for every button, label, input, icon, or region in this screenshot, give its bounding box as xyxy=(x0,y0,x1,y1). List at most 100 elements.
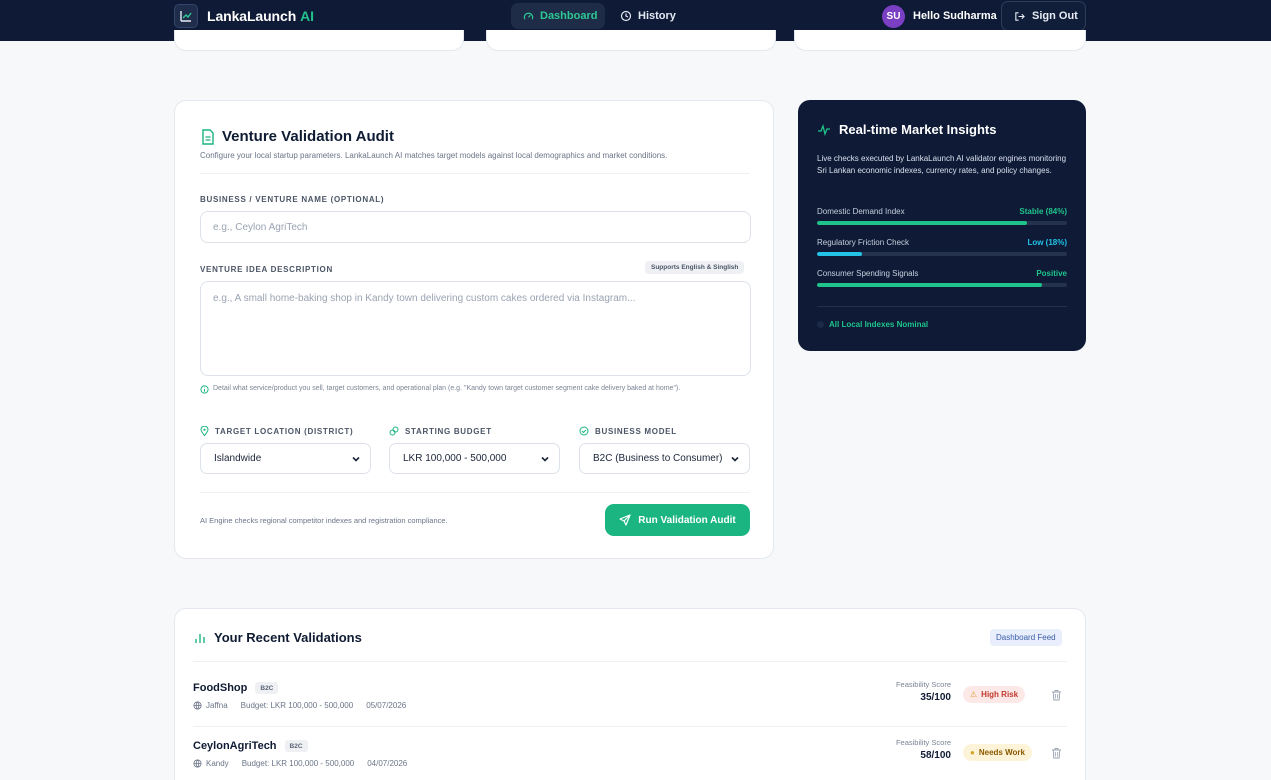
metric-progress-fill xyxy=(817,283,1042,287)
recent-validations-card: Your Recent Validations Dashboard Feed F… xyxy=(174,608,1086,780)
venture-budget: Budget: LKR 100,000 - 500,000 xyxy=(241,759,355,768)
metric-progress-bar xyxy=(817,221,1067,225)
tab-history[interactable]: History xyxy=(614,3,684,29)
trash-icon xyxy=(1052,690,1061,701)
audit-title: Venture Validation Audit xyxy=(201,128,394,145)
model-tag: B2C xyxy=(255,682,279,694)
divider xyxy=(200,492,750,493)
delete-button[interactable] xyxy=(1051,746,1062,764)
metric-name: Domestic Demand Index xyxy=(817,207,905,216)
venture-location: Kandy xyxy=(206,759,229,768)
avatar: SU xyxy=(882,4,905,28)
tab-dashboard[interactable]: Dashboard xyxy=(511,3,605,29)
validation-row[interactable]: CeylonAgriTech B2C Kandy Budget: LKR 100,00… xyxy=(175,727,1085,780)
gauge-icon xyxy=(523,12,534,20)
metric-progress-bar xyxy=(817,283,1067,287)
status-badge: All Local Indexes Nominal xyxy=(817,320,928,329)
audit-description: Configure your local startup parameters.… xyxy=(200,151,668,160)
document-icon xyxy=(202,128,214,145)
budget-select[interactable]: LKR 100,000 - 500,000 xyxy=(389,443,560,474)
metric-progress-fill xyxy=(817,221,1027,225)
budget-label: STARTING BUDGET xyxy=(389,426,492,436)
chevron-down-icon xyxy=(352,456,360,462)
coins-icon xyxy=(389,426,399,436)
user-menu[interactable]: SU Hello Sudharma xyxy=(882,4,997,28)
insight-metric: Consumer Spending Signals Positive xyxy=(817,269,1067,287)
metric-value: Positive xyxy=(1036,269,1067,278)
metric-name: Regulatory Friction Check xyxy=(817,238,910,247)
activity-icon xyxy=(818,123,830,136)
sign-out-label: Sign Out xyxy=(1032,10,1078,22)
venture-name-input[interactable]: e.g., Ceylon AgriTech xyxy=(200,211,751,243)
sign-out-button[interactable]: Sign Out xyxy=(1001,1,1086,31)
divider xyxy=(200,173,750,174)
venture-name-text: FoodShop xyxy=(193,682,248,694)
divider xyxy=(817,306,1067,307)
tab-history-label: History xyxy=(638,10,676,22)
status-badge: ● Needs Work xyxy=(963,744,1032,761)
stat-card-1 xyxy=(174,30,464,51)
budget-select-value: LKR 100,000 - 500,000 xyxy=(403,453,507,464)
metric-value: Stable (84%) xyxy=(1019,207,1067,216)
insights-title: Real-time Market Insights xyxy=(817,122,997,137)
bar-chart-icon xyxy=(195,633,205,643)
run-validation-label: Run Validation Audit xyxy=(638,514,736,526)
venture-budget: Budget: LKR 100,000 - 500,000 xyxy=(240,701,354,710)
trash-icon xyxy=(1052,748,1061,759)
venture-location: Jaffna xyxy=(206,701,228,710)
globe-icon xyxy=(193,759,202,768)
idea-description-label: VENTURE IDEA DESCRIPTION xyxy=(200,265,333,274)
globe-icon xyxy=(193,701,202,710)
venture-name-label: BUSINESS / VENTURE NAME (OPTIONAL) xyxy=(200,195,385,204)
score-value: 35/100 xyxy=(920,692,951,703)
status-dot-icon xyxy=(817,321,824,328)
greeting: Hello Sudharma xyxy=(913,10,997,22)
idea-description-textarea[interactable]: e.g., A small home-baking shop in Kandy … xyxy=(200,281,751,376)
status-text: Needs Work xyxy=(978,748,1025,757)
model-select[interactable]: B2C (Business to Consumer) xyxy=(579,443,750,474)
dashboard-feed-badge: Dashboard Feed xyxy=(990,629,1062,646)
brand-name: LankaLaunch AI xyxy=(207,8,314,24)
run-validation-button[interactable]: Run Validation Audit xyxy=(605,504,750,536)
metric-name: Consumer Spending Signals xyxy=(817,269,919,278)
status-badge: ⚠ High Risk xyxy=(963,686,1026,703)
validation-row[interactable]: FoodShop B2C Jaffna Budget: LKR 100,000 - 5… xyxy=(175,669,1085,727)
idea-hint: Detail what service/product you sell, ta… xyxy=(200,383,740,395)
check-circle-icon xyxy=(579,426,589,436)
warning-icon: ⚠ xyxy=(970,690,978,699)
score-value: 58/100 xyxy=(920,750,951,761)
model-label: BUSINESS MODEL xyxy=(579,426,677,436)
stat-card-3 xyxy=(794,30,1086,51)
location-label: TARGET LOCATION (DISTRICT) xyxy=(200,426,353,436)
insight-metric: Domestic Demand Index Stable (84%) xyxy=(817,207,1067,225)
insight-metric: Regulatory Friction Check Low (18%) xyxy=(817,238,1067,256)
stat-card-2 xyxy=(486,30,776,51)
venture-name: CeylonAgriTech B2C xyxy=(193,740,308,752)
score-label: Feasibility Score xyxy=(895,680,951,689)
delete-button[interactable] xyxy=(1051,688,1062,706)
chevron-down-icon xyxy=(731,456,739,462)
metric-value: Low (18%) xyxy=(1027,238,1067,247)
language-badge: Supports English & Singlish xyxy=(645,261,745,274)
venture-date: 05/07/2026 xyxy=(366,701,407,710)
status-text: All Local Indexes Nominal xyxy=(829,320,929,329)
metric-progress-fill xyxy=(817,252,862,256)
chevron-down-icon xyxy=(541,456,549,462)
logout-icon xyxy=(1015,11,1025,21)
recent-title: Your Recent Validations xyxy=(194,630,362,645)
venture-name: FoodShop B2C xyxy=(193,682,279,694)
venture-meta: Kandy Budget: LKR 100,000 - 500,000 04/07/… xyxy=(193,759,420,768)
model-tag: B2C xyxy=(284,740,308,752)
location-select[interactable]: Islandwide xyxy=(200,443,371,474)
venture-meta: Jaffna Budget: LKR 100,000 - 500,000 05/07… xyxy=(193,701,419,710)
status-text: High Risk xyxy=(981,690,1019,699)
market-insights-panel: Real-time Market Insights Live checks ex… xyxy=(798,100,1086,351)
brand-logo[interactable]: LankaLaunch AI xyxy=(174,4,314,28)
idea-hint-text: Detail what service/product you sell, ta… xyxy=(213,385,681,392)
venture-date: 04/07/2026 xyxy=(367,759,408,768)
send-icon xyxy=(619,514,631,526)
engine-footnote: AI Engine checks regional competitor ind… xyxy=(200,516,448,525)
location-select-value: Islandwide xyxy=(214,453,262,464)
map-pin-icon xyxy=(200,426,209,436)
divider xyxy=(193,661,1067,662)
